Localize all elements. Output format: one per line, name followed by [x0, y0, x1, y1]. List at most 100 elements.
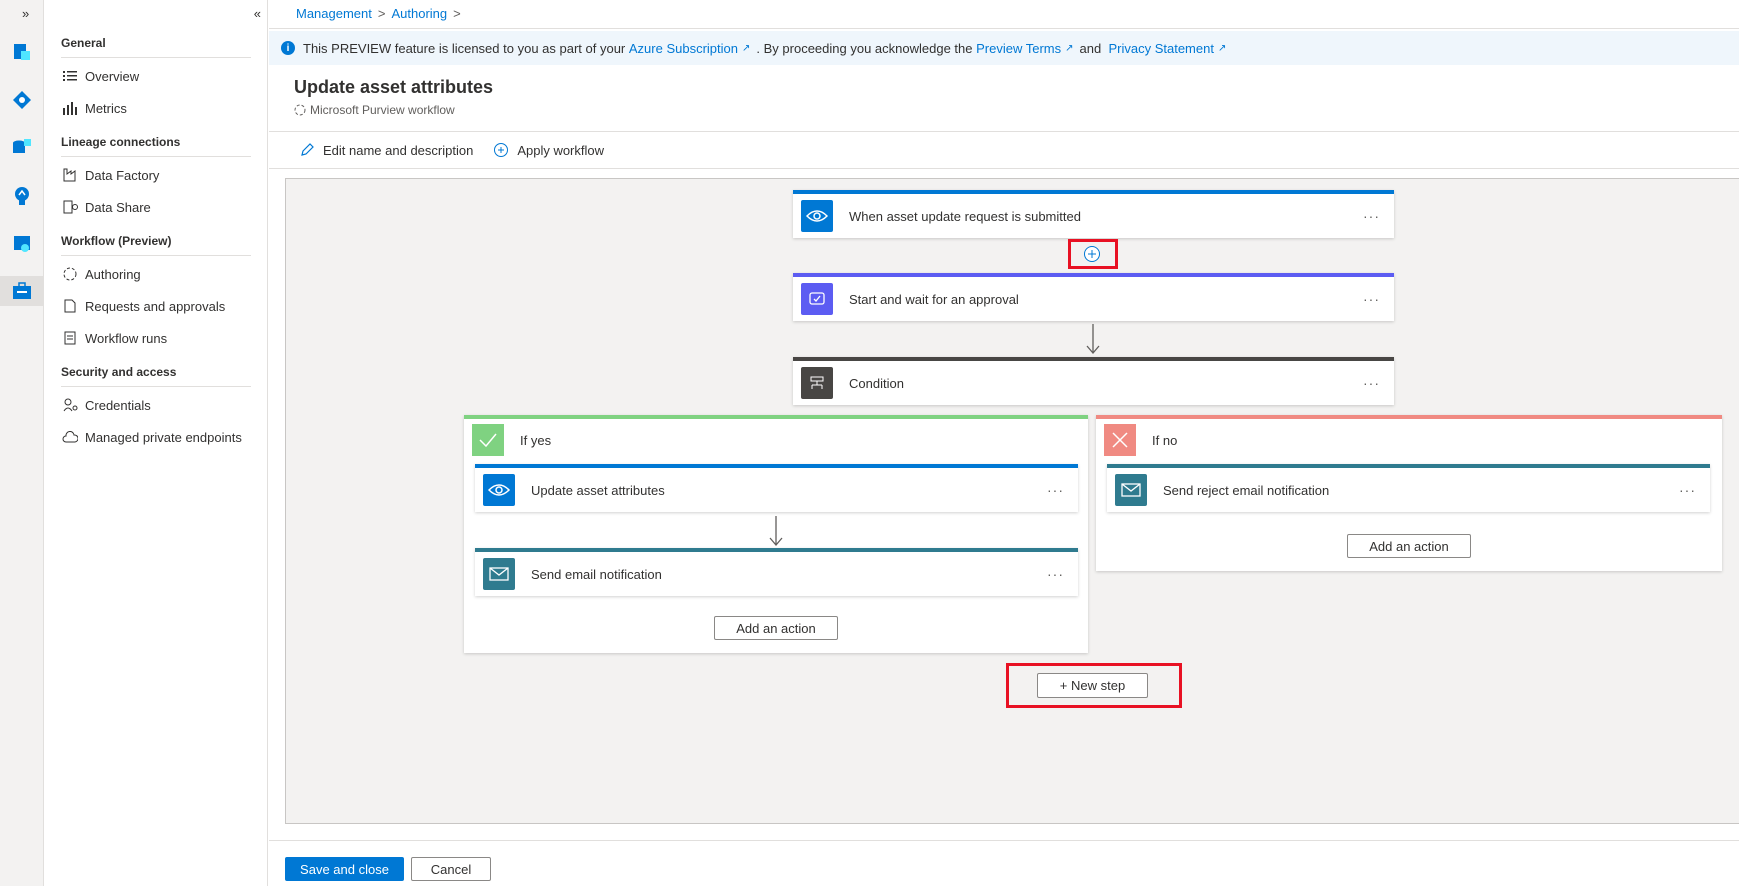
approval-label: Start and wait for an approval [849, 291, 1019, 307]
workflow-icon [294, 104, 306, 116]
add-action-button[interactable]: Add an action [1347, 534, 1471, 558]
condition-label: Condition [849, 375, 904, 391]
toolbar: Edit name and description Apply workflow [269, 131, 1739, 169]
nav-item-label: Authoring [85, 266, 141, 282]
preview-terms-link[interactable]: Preview Terms [976, 41, 1061, 56]
preview-banner: i This PREVIEW feature is licensed to yo… [269, 31, 1739, 65]
more-options-icon[interactable]: ··· [1363, 291, 1380, 307]
update-asset-card[interactable]: Update asset attributes ··· [475, 464, 1078, 512]
info-icon: i [281, 41, 295, 55]
nav-item-overview[interactable]: Overview [61, 65, 139, 87]
external-link-icon: ↗ [742, 42, 751, 54]
action-label: Send reject email notification [1163, 482, 1330, 498]
mail-icon [1115, 474, 1147, 506]
nav-section-workflow: Workflow (Preview) [61, 234, 251, 256]
edit-name-button[interactable]: Edit name and description [299, 142, 473, 158]
approval-card[interactable]: Start and wait for an approval ··· [793, 273, 1394, 321]
nav-item-credentials[interactable]: Credentials [61, 394, 151, 416]
more-options-icon[interactable]: ··· [1363, 208, 1380, 224]
breadcrumb-separator: > [453, 6, 461, 21]
more-options-icon[interactable]: ··· [1679, 482, 1696, 498]
external-link-icon: ↗ [1065, 42, 1074, 54]
more-options-icon[interactable]: ··· [1047, 482, 1064, 498]
credentials-icon [61, 397, 79, 413]
send-reject-email-card[interactable]: Send reject email notification ··· [1107, 464, 1710, 512]
left-nav: « General Overview Metrics Lineage conne… [44, 0, 268, 886]
breadcrumb-separator: > [377, 6, 386, 21]
mail-icon [483, 558, 515, 590]
runs-icon [61, 330, 79, 346]
breadcrumb: Management > Authoring > [296, 6, 461, 21]
nav-item-authoring[interactable]: Authoring [61, 263, 141, 285]
metrics-icon [61, 100, 79, 116]
nav-item-label: Overview [85, 68, 140, 84]
page-subtitle-text: Microsoft Purview workflow [310, 103, 455, 117]
nav-item-label: Metrics [85, 100, 127, 116]
collapse-nav-button[interactable]: « [254, 6, 261, 21]
share-icon [61, 199, 79, 215]
condition-icon [801, 367, 833, 399]
nav-section-lineage: Lineage connections [61, 135, 251, 157]
management-icon[interactable] [0, 276, 44, 306]
page-title: Update asset attributes [294, 77, 494, 97]
workflow-canvas: When asset update request is submitted ·… [285, 178, 1739, 824]
authoring-icon [61, 266, 79, 282]
cloud-icon [61, 429, 79, 445]
nav-item-requests[interactable]: Requests and approvals [61, 295, 225, 317]
privacy-statement-link[interactable]: Privacy Statement [1108, 41, 1214, 56]
data-catalog-icon[interactable] [8, 86, 36, 114]
pencil-icon [301, 143, 314, 156]
nav-section-general: General [61, 36, 251, 58]
breadcrumb-management[interactable]: Management [296, 6, 372, 21]
page-subtitle: Microsoft Purview workflow [294, 103, 455, 117]
footer-divider [269, 840, 1739, 841]
if-no-branch: If no Send reject email notification ···… [1096, 415, 1722, 571]
add-action-button[interactable]: Add an action [714, 616, 838, 640]
data-map-icon[interactable] [8, 38, 36, 66]
send-email-card[interactable]: Send email notification ··· [475, 548, 1078, 596]
condition-card[interactable]: Condition ··· [793, 357, 1394, 405]
new-step-button[interactable]: + New step [1037, 673, 1148, 698]
policy-icon[interactable] [8, 230, 36, 258]
close-icon [1104, 424, 1136, 456]
insert-step-button[interactable] [1083, 245, 1101, 263]
apply-workflow-button[interactable]: Apply workflow [493, 142, 604, 158]
eye-icon [801, 200, 833, 232]
list-icon [61, 68, 79, 84]
nav-item-label: Managed private endpoints [85, 429, 242, 445]
action-label: Update asset attributes [531, 482, 665, 498]
save-and-close-button[interactable]: Save and close [285, 857, 404, 881]
data-sources-icon[interactable] [8, 134, 36, 162]
more-options-icon[interactable]: ··· [1047, 566, 1064, 582]
approval-icon [801, 283, 833, 315]
expand-rail-button[interactable]: » [22, 6, 29, 21]
down-arrow-icon [1086, 324, 1100, 354]
nav-item-data-factory[interactable]: Data Factory [61, 164, 159, 186]
eye-icon [483, 474, 515, 506]
if-yes-branch: If yes Update asset attributes ··· Send … [464, 415, 1088, 653]
nav-item-data-share[interactable]: Data Share [61, 196, 151, 218]
add-circle-icon [1084, 246, 1100, 262]
trigger-card[interactable]: When asset update request is submitted ·… [793, 190, 1394, 238]
if-no-label: If no [1152, 432, 1178, 448]
azure-subscription-link[interactable]: Azure Subscription [629, 41, 738, 56]
action-label: Send email notification [531, 566, 662, 582]
nav-item-private-endpoints[interactable]: Managed private endpoints [61, 426, 242, 448]
if-no-header: If no [1104, 424, 1177, 456]
nav-item-label: Workflow runs [85, 330, 168, 346]
nav-item-workflow-runs[interactable]: Workflow runs [61, 327, 167, 349]
more-options-icon[interactable]: ··· [1363, 375, 1380, 391]
nav-item-label: Data Share [85, 199, 151, 215]
external-link-icon: ↗ [1217, 42, 1227, 54]
add-circle-icon [494, 143, 509, 157]
banner-text: and [1079, 40, 1102, 56]
breadcrumb-authoring[interactable]: Authoring [391, 6, 447, 21]
insights-icon[interactable] [8, 182, 36, 210]
apply-workflow-label: Apply workflow [517, 142, 605, 158]
nav-item-label: Data Factory [85, 167, 160, 183]
main-content: Management > Authoring > i This PREVIEW … [269, 0, 1739, 886]
divider [269, 28, 1739, 29]
trigger-label: When asset update request is submitted [849, 208, 1081, 224]
nav-item-metrics[interactable]: Metrics [61, 97, 127, 119]
cancel-button[interactable]: Cancel [411, 857, 491, 881]
